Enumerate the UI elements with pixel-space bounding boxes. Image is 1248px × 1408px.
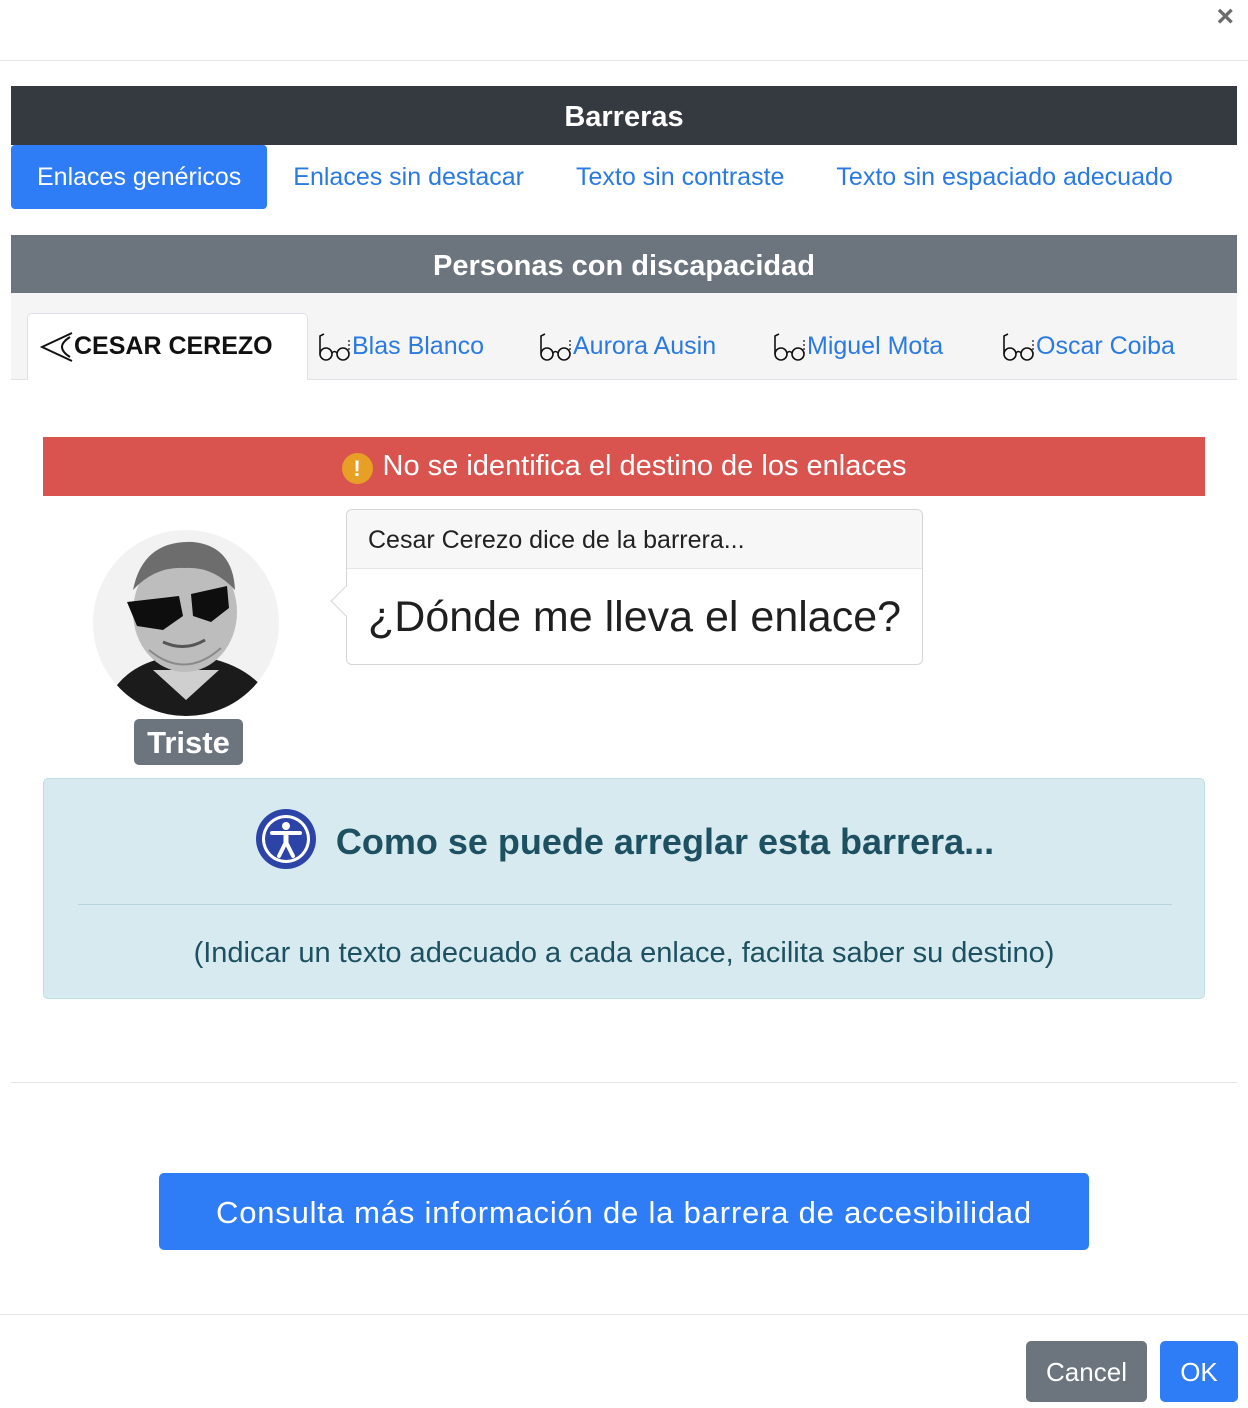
persona-tab-label: Miguel Mota bbox=[807, 332, 944, 360]
quote-text: ¿Dónde me lleva el enlace? bbox=[368, 593, 902, 641]
close-icon[interactable]: × bbox=[1216, 2, 1234, 32]
tab-persona-miguel-mota[interactable]: Miguel Mota bbox=[773, 313, 943, 380]
glasses-icon bbox=[318, 330, 352, 364]
tab-enlaces-sin-destacar[interactable]: Enlaces sin destacar bbox=[267, 145, 550, 209]
ok-button[interactable]: OK bbox=[1160, 1341, 1238, 1402]
fix-divider bbox=[78, 904, 1172, 905]
more-info-button[interactable]: Consulta más información de la barrera d… bbox=[159, 1173, 1089, 1250]
tab-persona-cesar-cerezo[interactable]: CESAR CEREZO bbox=[27, 313, 308, 380]
quote-header: Cesar Cerezo dice de la barrera... bbox=[347, 510, 922, 569]
barrier-alert: ! No se identifica el destino de los enl… bbox=[43, 437, 1205, 496]
tab-persona-blas-blanco[interactable]: Blas Blanco bbox=[318, 313, 484, 380]
section-divider bbox=[11, 1082, 1237, 1083]
glasses-icon bbox=[1002, 330, 1036, 364]
mood-badge: Triste bbox=[134, 719, 243, 765]
tab-texto-sin-contraste[interactable]: Texto sin contraste bbox=[550, 145, 810, 209]
fix-description: (Indicar un texto adecuado a cada enlace… bbox=[193, 937, 1055, 969]
glasses-icon bbox=[539, 330, 573, 364]
warning-icon: ! bbox=[341, 453, 373, 484]
tab-persona-oscar-coiba[interactable]: Oscar Coiba bbox=[1002, 313, 1175, 380]
tab-texto-sin-espaciado[interactable]: Texto sin espaciado adecuado bbox=[810, 145, 1198, 209]
accessibility-icon bbox=[254, 807, 318, 876]
cancel-button[interactable]: Cancel bbox=[1026, 1341, 1147, 1402]
eye-icon bbox=[40, 330, 74, 364]
fix-info-box: Como se puede arreglar esta barrera... (… bbox=[43, 778, 1205, 999]
fix-title: Como se puede arreglar esta barrera... bbox=[335, 820, 995, 862]
persona-tab-label: CESAR CEREZO bbox=[74, 332, 273, 360]
glasses-icon bbox=[773, 330, 807, 364]
barreras-header: Barreras bbox=[11, 86, 1237, 145]
header-divider bbox=[0, 60, 1248, 61]
tab-persona-aurora-ausin[interactable]: Aurora Ausin bbox=[539, 313, 716, 380]
alert-text: No se identifica el destino de los enlac… bbox=[382, 450, 907, 482]
persona-tab-label: Aurora Ausin bbox=[573, 332, 717, 360]
persona-tab-label: Blas Blanco bbox=[352, 332, 485, 360]
persona-tabs: CESAR CEREZO Blas Blanco Aurora Ausin Mi… bbox=[11, 293, 1237, 380]
personas-header: Personas con discapacidad bbox=[11, 235, 1237, 293]
tab-enlaces-genericos[interactable]: Enlaces genéricos bbox=[11, 145, 268, 209]
fix-title-row: Como se puede arreglar esta barrera... bbox=[44, 807, 1204, 876]
barrier-tabs: Enlaces genéricos Enlaces sin destacar T… bbox=[11, 145, 1199, 209]
avatar bbox=[93, 530, 279, 716]
persona-quote-card: Cesar Cerezo dice de la barrera... ¿Dónd… bbox=[330, 509, 923, 665]
footer-divider bbox=[0, 1314, 1248, 1315]
persona-tab-label: Oscar Coiba bbox=[1036, 332, 1175, 360]
